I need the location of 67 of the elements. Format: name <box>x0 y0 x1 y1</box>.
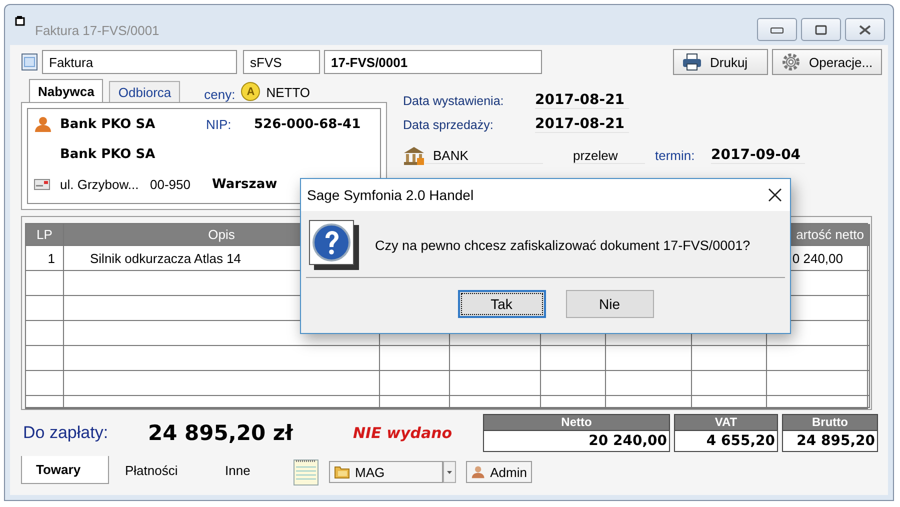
close-icon <box>859 24 871 34</box>
postal-code: 00-950 <box>150 176 192 192</box>
summary-header: VAT <box>674 414 778 431</box>
sale-date-label: Data sprzedaży: <box>403 118 494 132</box>
column-header: LP <box>26 224 64 246</box>
buyer-full-name: Bank PKO SA <box>60 146 156 162</box>
user-icon <box>471 464 486 480</box>
price-level-badge: A <box>241 82 260 101</box>
amount-due: 24 895,20 zł <box>148 421 294 445</box>
issue-date[interactable]: 2017-08-21 <box>535 92 629 109</box>
document-number-field[interactable]: 17-FVS/0001 <box>324 50 542 74</box>
summary-value: 24 895,20 <box>782 431 878 452</box>
buyer-tab[interactable]: Nabywca <box>29 79 104 102</box>
minimize-icon <box>770 26 784 34</box>
table-cell <box>541 346 606 371</box>
table-cell <box>541 371 606 396</box>
amount-due-label: Do zapłaty: <box>23 423 110 443</box>
issue-status: NIE wydano <box>353 424 452 442</box>
warehouse-dropdown[interactable]: MAG <box>329 461 443 483</box>
due-date[interactable]: 2017-09-04 <box>711 147 805 164</box>
address-card-icon <box>34 178 50 190</box>
gear-icon <box>781 52 801 72</box>
bank-icon <box>403 146 425 166</box>
notepad-icon[interactable] <box>293 458 319 486</box>
dialog-title: Sage Symfonia 2.0 Handel <box>307 187 475 203</box>
summary-value: 20 240,00 <box>483 431 670 452</box>
buyer-name: Bank PKO SA <box>60 116 156 132</box>
question-icon <box>309 220 359 270</box>
summary-value: 4 655,20 <box>674 431 778 452</box>
close-button[interactable] <box>845 18 885 41</box>
window-icon <box>15 15 25 26</box>
city: Warszaw <box>212 176 278 192</box>
yes-button[interactable]: Tak <box>458 290 546 318</box>
summary-header: Netto <box>483 414 670 431</box>
person-icon <box>34 115 52 133</box>
maximize-button[interactable] <box>801 18 841 41</box>
series-field[interactable]: sFVS <box>243 50 320 74</box>
due-date-label: termin: <box>655 148 696 163</box>
document-icon <box>21 53 38 71</box>
user-button[interactable]: Admin <box>466 461 532 483</box>
payment-method[interactable]: przelew <box>573 148 645 164</box>
print-button[interactable]: Drukuj <box>673 49 768 75</box>
price-label: ceny: <box>204 87 236 102</box>
nip-value: 526-000-68-41 <box>254 116 361 132</box>
operations-button[interactable]: Operacje... <box>772 49 882 75</box>
recipient-tab[interactable]: Odbiorca <box>109 81 180 102</box>
close-icon[interactable] <box>768 188 782 202</box>
street: ul. Grzybow... <box>60 176 140 192</box>
nip-label: NIP: <box>206 116 232 132</box>
printer-icon <box>682 53 702 71</box>
table-cell: 1 <box>26 246 64 271</box>
document-type-field[interactable]: Faktura <box>42 50 237 74</box>
section-tab[interactable]: Płatności <box>109 456 209 484</box>
minimize-button[interactable] <box>757 18 797 41</box>
table-cell <box>380 371 450 396</box>
folder-icon <box>334 465 350 479</box>
bank-name[interactable]: BANK <box>425 148 543 164</box>
price-mode: NETTO <box>266 85 310 100</box>
section-tab[interactable]: Inne <box>209 456 283 484</box>
maximize-icon <box>815 24 827 34</box>
section-tab[interactable]: Towary <box>21 456 109 484</box>
summary-header: Brutto <box>782 414 878 431</box>
no-button[interactable]: Nie <box>566 290 654 318</box>
window-title: Faktura 17-FVS/0001 <box>35 22 160 38</box>
table-cell <box>380 346 450 371</box>
issue-date-label: Data wystawienia: <box>403 94 505 108</box>
sale-date[interactable]: 2017-08-21 <box>535 116 629 133</box>
